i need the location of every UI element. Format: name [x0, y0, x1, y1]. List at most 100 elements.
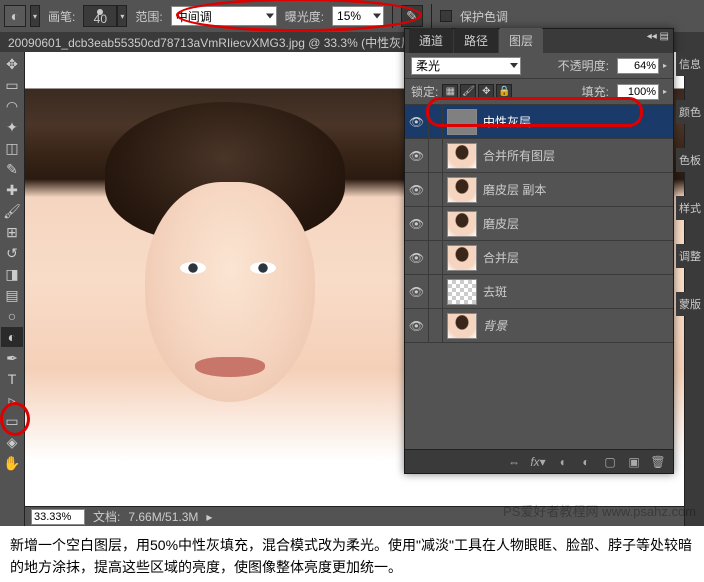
- tool-preset-dropdown[interactable]: ▾: [30, 5, 40, 27]
- crop-tool-icon[interactable]: ◫: [1, 138, 23, 158]
- delete-layer-icon[interactable]: 🗑: [649, 453, 667, 471]
- airbrush-icon[interactable]: ✎: [401, 5, 423, 27]
- history-brush-tool-icon[interactable]: ↺: [1, 243, 23, 263]
- heal-tool-icon[interactable]: ✚: [1, 180, 23, 200]
- brush-tool-icon[interactable]: 🖌: [1, 201, 23, 221]
- collapsed-panel-tab[interactable]: 蒙版: [676, 292, 704, 316]
- protect-tones-checkbox[interactable]: [440, 10, 452, 22]
- collapsed-panel-tab[interactable]: 信息: [676, 52, 704, 76]
- layer-name: 磨皮层 副本: [481, 181, 673, 198]
- wand-tool-icon[interactable]: ✦: [1, 117, 23, 137]
- shape-tool-icon[interactable]: ▭: [1, 411, 23, 431]
- layer-name: 磨皮层: [481, 215, 673, 232]
- panel-menu-icon[interactable]: ◂◂ ▤: [647, 31, 669, 42]
- dodge-tool-preview-icon[interactable]: ◐: [4, 5, 26, 27]
- path-select-tool-icon[interactable]: ▹: [1, 390, 23, 410]
- layer-thumbnail[interactable]: [447, 177, 477, 203]
- exposure-label: 曝光度:: [285, 8, 324, 25]
- tab-layers[interactable]: 图层: [499, 28, 543, 53]
- opacity-arrow-icon[interactable]: ▸: [663, 61, 667, 70]
- brush-preview[interactable]: 40: [83, 5, 117, 27]
- toolbox: ✥ ▭ ◠ ✦ ◫ ✎ ✚ 🖌 ⊞ ↺ ◨ ▤ ○ ◐ ✒ T ▹ ▭ ◈ ✋: [0, 52, 25, 526]
- blur-tool-icon[interactable]: ○: [1, 306, 23, 326]
- tab-paths[interactable]: 路径: [454, 28, 498, 53]
- watermark: PS爱好者教程网 www.psahz.com: [503, 501, 696, 520]
- link-col: [429, 309, 443, 343]
- marquee-tool-icon[interactable]: ▭: [1, 75, 23, 95]
- tab-channels[interactable]: 通道: [409, 28, 453, 53]
- dodge-tool-icon[interactable]: ◐: [1, 327, 23, 347]
- document-tab[interactable]: 20090601_dcb3eab55350cd78713aVmRIiecvXMG…: [8, 34, 460, 51]
- collapsed-panels: 信息颜色色板样式调整蒙版: [676, 52, 704, 316]
- brush-label: 画笔:: [48, 8, 75, 25]
- layer-row[interactable]: 👁 去斑: [405, 275, 673, 309]
- lasso-tool-icon[interactable]: ◠: [1, 96, 23, 116]
- new-layer-icon[interactable]: ▣: [625, 453, 643, 471]
- fx-icon[interactable]: fx▾: [529, 453, 547, 471]
- link-col: [429, 241, 443, 275]
- layer-row[interactable]: 👁 合并层: [405, 241, 673, 275]
- lock-pixels-icon[interactable]: 🖌: [460, 84, 476, 100]
- link-col: [429, 173, 443, 207]
- visibility-icon[interactable]: 👁: [405, 105, 429, 139]
- type-tool-icon[interactable]: T: [1, 369, 23, 389]
- adjustment-icon[interactable]: ◐: [577, 453, 595, 471]
- lock-all-icon[interactable]: 🔒: [496, 84, 512, 100]
- collapsed-panel-tab[interactable]: 调整: [676, 244, 704, 268]
- eyedropper-tool-icon[interactable]: ✎: [1, 159, 23, 179]
- mask-icon[interactable]: ◖: [553, 453, 571, 471]
- layers-panel: ◂◂ ▤ 通道 路径 图层 柔光 不透明度: ▸ 锁定: ▦ 🖌 ✥ 🔒: [404, 28, 674, 474]
- collapsed-panel-tab[interactable]: 样式: [676, 196, 704, 220]
- layer-row[interactable]: 👁合并所有图层: [405, 139, 673, 173]
- protect-tones-label: 保护色调: [460, 8, 508, 25]
- eraser-tool-icon[interactable]: ◨: [1, 264, 23, 284]
- layer-thumbnail[interactable]: [447, 211, 477, 237]
- blend-mode-select[interactable]: 柔光: [411, 57, 521, 75]
- range-select[interactable]: 中间调: [171, 6, 277, 26]
- visibility-icon[interactable]: 👁: [405, 241, 429, 275]
- lock-transparency-icon[interactable]: ▦: [442, 84, 458, 100]
- stamp-tool-icon[interactable]: ⊞: [1, 222, 23, 242]
- pen-tool-icon[interactable]: ✒: [1, 348, 23, 368]
- hand-tool-icon[interactable]: ✋: [1, 453, 23, 473]
- layer-row[interactable]: 👁 磨皮层 副本: [405, 173, 673, 207]
- group-icon[interactable]: ▢: [601, 453, 619, 471]
- layer-thumbnail[interactable]: [447, 143, 477, 169]
- lock-position-icon[interactable]: ✥: [478, 84, 494, 100]
- link-col: [429, 105, 443, 139]
- collapsed-panel-tab[interactable]: 色板: [676, 148, 704, 172]
- opacity-label: 不透明度:: [558, 57, 609, 74]
- tutorial-caption: 新增一个空白图层，用50%中性灰填充，混合模式改为柔光。使用"减淡"工具在人物眼…: [0, 526, 704, 582]
- link-layers-icon[interactable]: ⇔: [505, 453, 523, 471]
- collapsed-panel-tab[interactable]: 颜色: [676, 100, 704, 124]
- visibility-icon[interactable]: 👁: [405, 207, 429, 241]
- exposure-input[interactable]: 15%: [332, 6, 384, 26]
- fill-input[interactable]: [617, 84, 659, 100]
- doc-size: 7.66M/51.3M: [128, 510, 198, 524]
- 3d-tool-icon[interactable]: ◈: [1, 432, 23, 452]
- layer-thumbnail[interactable]: [447, 279, 477, 305]
- visibility-icon[interactable]: 👁: [405, 309, 429, 343]
- layer-name: 合并层: [481, 249, 673, 266]
- visibility-icon[interactable]: 👁: [405, 139, 429, 173]
- layer-row[interactable]: 👁 磨皮层: [405, 207, 673, 241]
- layer-thumbnail[interactable]: [447, 245, 477, 271]
- visibility-icon[interactable]: 👁: [405, 173, 429, 207]
- move-tool-icon[interactable]: ✥: [1, 54, 23, 74]
- layer-thumbnail[interactable]: [447, 313, 477, 339]
- zoom-input[interactable]: [31, 509, 85, 525]
- layer-row[interactable]: 👁 中性灰层: [405, 105, 673, 139]
- visibility-icon[interactable]: 👁: [405, 275, 429, 309]
- opacity-input[interactable]: [617, 58, 659, 74]
- fill-arrow-icon[interactable]: ▸: [663, 87, 667, 96]
- layers-list: 👁中性灰层👁合并所有图层👁磨皮层 副本👁磨皮层👁合并层👁去斑👁背景: [405, 105, 673, 343]
- layer-thumbnail[interactable]: [447, 109, 477, 135]
- status-arrow-icon[interactable]: ▸: [206, 510, 212, 524]
- layer-name: 中性灰层: [481, 113, 673, 130]
- layer-name: 去斑: [481, 283, 673, 300]
- layer-name: 背景: [481, 317, 673, 334]
- gradient-tool-icon[interactable]: ▤: [1, 285, 23, 305]
- brush-dropdown[interactable]: ▾: [117, 5, 127, 27]
- layer-row[interactable]: 👁 背景: [405, 309, 673, 343]
- link-col: [429, 275, 443, 309]
